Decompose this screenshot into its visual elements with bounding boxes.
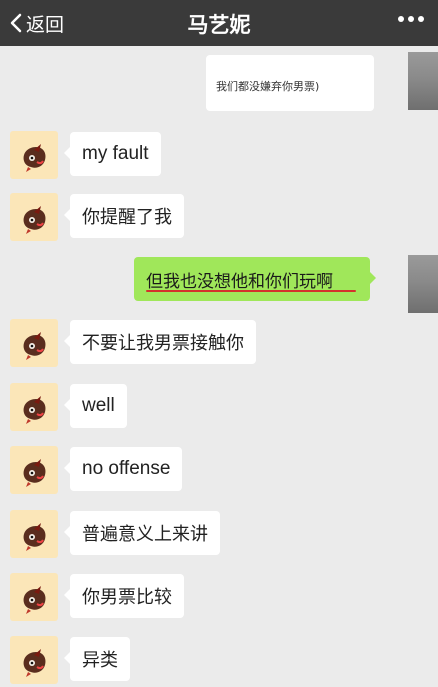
message-text: well	[82, 395, 115, 416]
more-dot-icon	[408, 16, 414, 22]
incoming-message-bubble[interactable]: my fault	[64, 132, 161, 176]
cartoon-avatar-icon	[23, 649, 46, 677]
incoming-message-bubble[interactable]: 你提醒了我	[64, 194, 184, 238]
my-avatar[interactable]	[408, 255, 438, 313]
cartoon-avatar-icon	[23, 459, 46, 487]
message-text: 我们都没嫌弃你男票)	[216, 80, 320, 93]
outgoing-message-bubble[interactable]: 但我也没想他和你们玩啊	[134, 257, 376, 301]
contact-avatar[interactable]	[10, 510, 58, 558]
message-text: no offense	[82, 458, 171, 479]
incoming-message-bubble[interactable]: 异类	[64, 637, 130, 681]
nav-bar: 返回 马艺妮	[0, 0, 438, 46]
incoming-message-bubble[interactable]: 不要让我男票接触你	[64, 320, 256, 364]
cartoon-avatar-icon	[23, 206, 46, 234]
cartoon-avatar-icon	[23, 586, 46, 614]
message-text: 你提醒了我	[82, 207, 172, 228]
more-dot-icon	[418, 16, 424, 22]
cartoon-avatar-icon	[23, 144, 46, 172]
message-text: 异类	[82, 650, 118, 671]
more-options-button[interactable]	[398, 16, 424, 22]
message-text: 普遍意义上来讲	[82, 524, 208, 545]
contact-avatar[interactable]	[10, 319, 58, 367]
incoming-message-bubble[interactable]: well	[64, 384, 127, 428]
contact-avatar[interactable]	[10, 193, 58, 241]
message-text: 不要让我男票接触你	[82, 333, 244, 354]
more-dot-icon	[398, 16, 404, 22]
contact-avatar[interactable]	[10, 131, 58, 179]
cartoon-avatar-icon	[23, 396, 46, 424]
cartoon-avatar-icon	[23, 332, 46, 360]
message-text: my fault	[82, 143, 149, 164]
red-underline-annotation	[146, 290, 356, 292]
incoming-message-bubble[interactable]: no offense	[63, 447, 183, 491]
cartoon-avatar-icon	[23, 523, 46, 551]
my-avatar[interactable]	[408, 52, 438, 110]
incoming-message-bubble[interactable]: 普遍意义上来讲	[64, 511, 220, 555]
contact-avatar[interactable]	[10, 573, 58, 621]
contact-avatar[interactable]	[10, 446, 58, 494]
chat-title: 马艺妮	[187, 13, 251, 37]
contact-avatar[interactable]	[10, 383, 58, 431]
incoming-message-bubble[interactable]: 你男票比较	[64, 574, 184, 618]
message-text: 你男票比较	[82, 587, 172, 608]
outgoing-message-bubble[interactable]: 我们都没嫌弃你男票)	[206, 55, 374, 111]
contact-avatar[interactable]	[10, 636, 58, 684]
message-text: 但我也没想他和你们玩啊	[146, 271, 333, 292]
